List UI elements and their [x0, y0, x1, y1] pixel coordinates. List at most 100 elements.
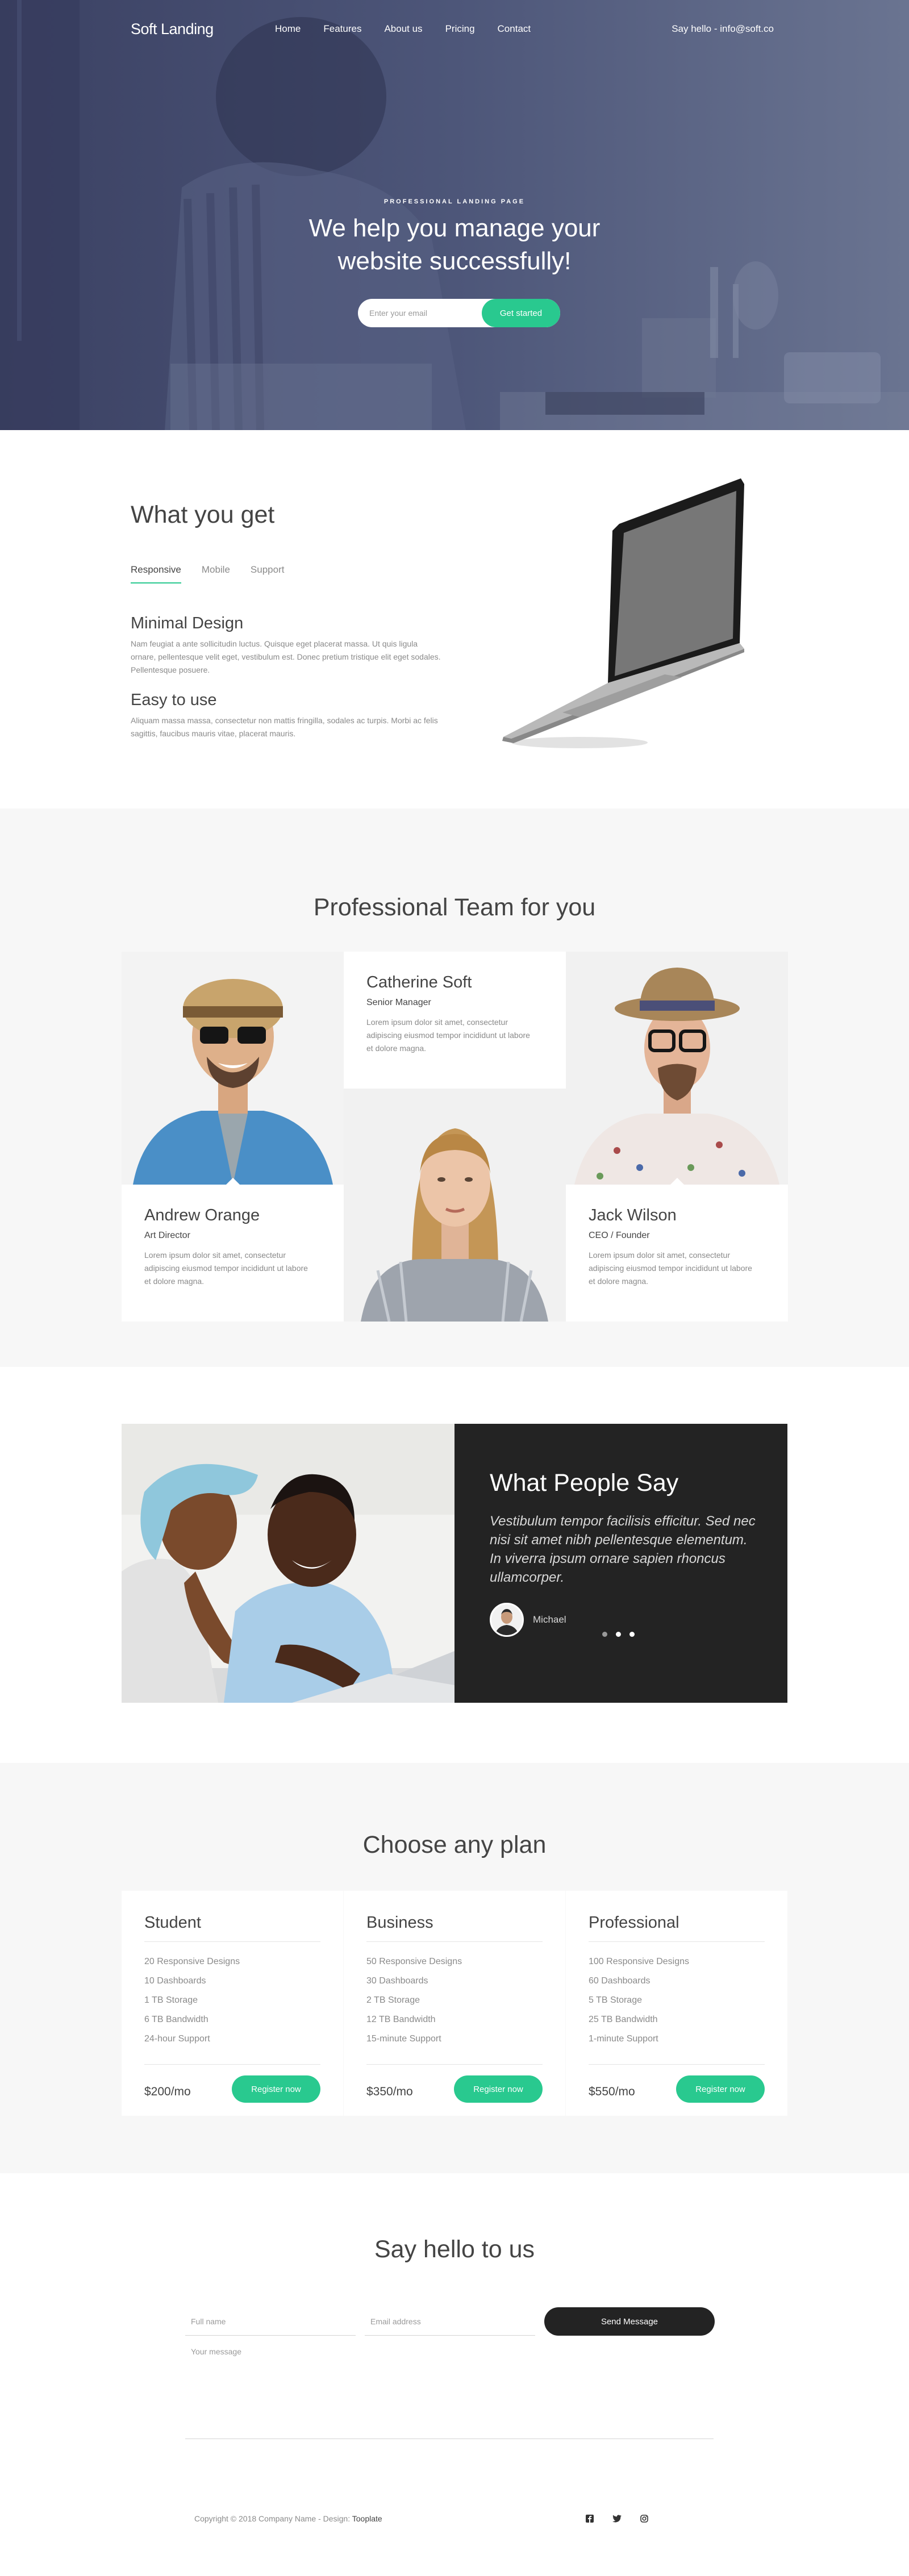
testimonial-box: What People Say Vestibulum tempor facili…: [454, 1424, 787, 1703]
carousel-dot[interactable]: [602, 1632, 607, 1637]
member-name: Jack Wilson: [589, 1206, 677, 1224]
plan-card-student: Student 20 Responsive Designs 10 Dashboa…: [122, 1891, 343, 2116]
hero-section: Soft Landing Home Features About us Pric…: [0, 0, 909, 430]
testimonial-section: What People Say Vestibulum tempor facili…: [0, 1367, 909, 1763]
plan-footer: $350/mo Register now: [366, 2064, 543, 2104]
testimonial-title: What People Say: [490, 1469, 679, 1497]
plan-feature: 10 Dashboards: [144, 1976, 206, 1986]
copyright-text: Copyright © 2018 Company Name - Design:: [194, 2514, 352, 2523]
plan-footer: $550/mo Register now: [589, 2064, 765, 2104]
team-card: Catherine Soft Senior Manager Lorem ipsu…: [344, 952, 566, 1095]
register-button-business[interactable]: Register now: [454, 2075, 543, 2103]
register-button-professional[interactable]: Register now: [676, 2075, 765, 2103]
top-navigation: Soft Landing Home Features About us Pric…: [0, 0, 909, 57]
member-name: Catherine Soft: [366, 973, 472, 991]
email-field[interactable]: [365, 2307, 535, 2336]
nav-link-features[interactable]: Features: [323, 23, 361, 35]
people-laptop-image: [122, 1424, 454, 1703]
plan-features: 50 Responsive Designs 30 Dashboards 2 TB…: [366, 1952, 543, 2049]
tab-support[interactable]: Support: [251, 564, 285, 583]
card-pointer: [670, 1178, 684, 1185]
plan-feature: 1-minute Support: [589, 2034, 658, 2044]
avatar: [490, 1603, 524, 1637]
hero-title-line-1: We help you manage your: [308, 214, 601, 242]
testimonial-photo: [122, 1424, 454, 1703]
member-description: Lorem ipsum dolor sit amet, consectetur …: [366, 1018, 530, 1053]
plan-name: Professional: [589, 1914, 765, 1942]
feature-text: Aliquam massa massa, consectetur non mat…: [131, 716, 438, 738]
plan-feature: 1 TB Storage: [144, 1995, 198, 2005]
member-role: CEO / Founder: [589, 1231, 650, 1240]
plan-name: Student: [144, 1914, 320, 1942]
plan-footer: $200/mo Register now: [144, 2064, 320, 2104]
pricing-plans: Student 20 Responsive Designs 10 Dashboa…: [122, 1891, 787, 2116]
brand-logo[interactable]: Soft Landing: [131, 20, 214, 38]
member-description: Lorem ipsum dolor sit amet, consectetur …: [589, 1251, 752, 1286]
plan-feature: 50 Responsive Designs: [366, 1957, 462, 1966]
plan-feature: 60 Dashboards: [589, 1976, 651, 1986]
twitter-icon[interactable]: [611, 2513, 623, 2524]
nav-link-home[interactable]: Home: [275, 23, 301, 35]
contact-section: Say hello to us Send Message Copyright ©…: [0, 2173, 909, 2576]
member-description: Lorem ipsum dolor sit amet, consectetur …: [144, 1251, 308, 1286]
plan-price: $550/mo: [589, 2085, 635, 2098]
carousel-dot-active[interactable]: [616, 1632, 621, 1637]
laptop-image: [502, 478, 744, 748]
member-role: Art Director: [144, 1231, 190, 1240]
designer-link[interactable]: Tooplate: [352, 2514, 382, 2523]
plan-card-business: Business 50 Responsive Designs 30 Dashbo…: [344, 1891, 565, 2116]
message-field[interactable]: [185, 2338, 714, 2439]
team-section: Professional Team for you Andrew Orange …: [0, 808, 909, 1367]
nav-link-pricing[interactable]: Pricing: [445, 23, 475, 35]
feature-text: Nam feugiat a ante sollicitudin luctus. …: [131, 639, 441, 674]
nav-contact-email[interactable]: Say hello - info@soft.co: [672, 23, 774, 35]
plan-price: $350/mo: [366, 2085, 413, 2098]
hero-signup-form: Get started: [358, 299, 560, 327]
social-links: [584, 2513, 666, 2524]
facebook-icon[interactable]: [584, 2513, 595, 2524]
plan-feature: 30 Dashboards: [366, 1976, 428, 1986]
plan-feature: 6 TB Bandwidth: [144, 2015, 209, 2024]
feature-title: Minimal Design: [131, 614, 244, 632]
catherine-photo: [344, 1089, 566, 1322]
plan-feature: 12 TB Bandwidth: [366, 2015, 436, 2024]
instagram-icon[interactable]: [639, 2513, 650, 2524]
register-button-student[interactable]: Register now: [232, 2075, 320, 2103]
plan-feature: 15-minute Support: [366, 2034, 441, 2044]
features-title: What you get: [131, 501, 275, 528]
feature-title: Easy to use: [131, 691, 217, 709]
team-member-photo: [566, 952, 788, 1185]
carousel-dots: [602, 1632, 643, 1637]
nav-link-contact[interactable]: Contact: [498, 23, 531, 35]
andrew-photo: [122, 952, 344, 1185]
nav-link-about[interactable]: About us: [384, 23, 422, 35]
testimonial-quote: Vestibulum tempor facilisis efficitur. S…: [490, 1514, 756, 1585]
team-card: Jack Wilson CEO / Founder Lorem ipsum do…: [566, 1178, 788, 1322]
author-name: Michael: [533, 1614, 566, 1625]
hero-email-input[interactable]: [358, 299, 489, 327]
plan-price: $200/mo: [144, 2085, 191, 2098]
plan-features: 20 Responsive Designs 10 Dashboards 1 TB…: [144, 1952, 320, 2049]
full-name-field[interactable]: [185, 2307, 356, 2336]
features-section: What you get Responsive Mobile Support M…: [0, 430, 909, 808]
plan-feature: 100 Responsive Designs: [589, 1957, 689, 1966]
hero-title: We help you manage your website successf…: [0, 212, 909, 278]
pricing-section: Choose any plan Student 20 Responsive De…: [0, 1763, 909, 2173]
plan-name: Business: [366, 1914, 543, 1942]
features-tabs: Responsive Mobile Support: [131, 564, 305, 583]
plan-feature: 20 Responsive Designs: [144, 1957, 240, 1966]
carousel-dot[interactable]: [629, 1632, 635, 1637]
team-member-photo: [344, 1089, 566, 1322]
plan-features: 100 Responsive Designs 60 Dashboards 5 T…: [589, 1952, 765, 2049]
tab-responsive[interactable]: Responsive: [131, 564, 181, 583]
tab-mobile[interactable]: Mobile: [202, 564, 230, 583]
get-started-button[interactable]: Get started: [482, 299, 560, 327]
plan-feature: 2 TB Storage: [366, 1995, 420, 2005]
team-card: Andrew Orange Art Director Lorem ipsum d…: [122, 1178, 344, 1322]
member-name: Andrew Orange: [144, 1206, 260, 1224]
plan-card-professional: Professional 100 Responsive Designs 60 D…: [566, 1891, 787, 2116]
send-message-button[interactable]: Send Message: [544, 2307, 715, 2336]
team-title: Professional Team for you: [313, 894, 596, 921]
hero-kicker: PROFESSIONAL LANDING PAGE: [383, 198, 526, 205]
author-avatar-icon: [491, 1604, 522, 1635]
